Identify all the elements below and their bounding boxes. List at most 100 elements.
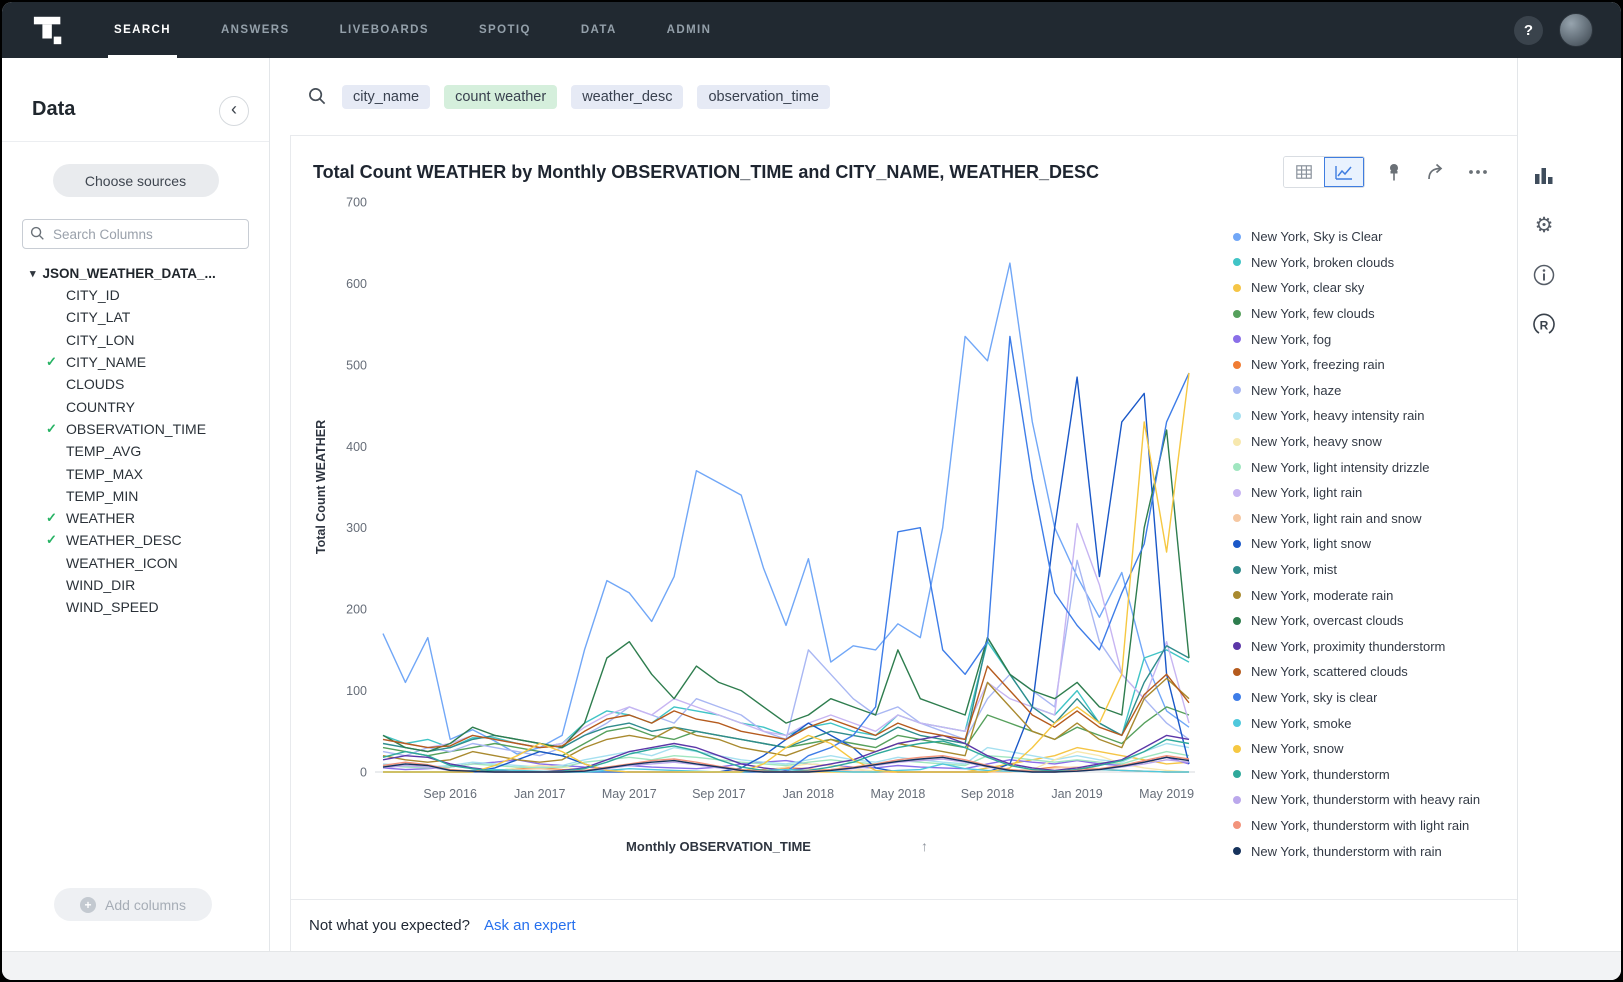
search-token[interactable]: city_name — [342, 85, 430, 109]
legend-item[interactable]: New York, light intensity drizzle — [1233, 454, 1505, 480]
column-label: CITY_LON — [66, 332, 134, 348]
series-line[interactable] — [383, 336, 1189, 772]
settings-button[interactable]: ⚙ — [1531, 212, 1557, 238]
column-item-city_name[interactable]: ✓CITY_NAME — [2, 351, 269, 373]
add-columns-button[interactable]: + Add columns — [54, 888, 212, 921]
nav-tab-spotiq[interactable]: SPOTIQ — [473, 2, 537, 58]
legend-item[interactable]: New York, light rain and snow — [1233, 506, 1505, 532]
legend-item[interactable]: New York, mist — [1233, 557, 1505, 583]
legend-item[interactable]: New York, snow — [1233, 736, 1505, 762]
y-tick-label: 100 — [346, 684, 367, 698]
top-nav: SEARCH ANSWERS LIVEBOARDS SPOTIQ DATA ADMIN ? — [2, 2, 1621, 58]
thoughtspot-logo-icon — [32, 12, 66, 48]
column-item-city_id[interactable]: CITY_ID — [2, 284, 269, 306]
nav-tab-answers[interactable]: ANSWERS — [215, 2, 296, 58]
column-item-wind_speed[interactable]: WIND_SPEED — [2, 596, 269, 618]
column-item-wind_dir[interactable]: WIND_DIR — [2, 574, 269, 596]
choose-sources-button[interactable]: Choose sources — [53, 164, 219, 197]
series-line[interactable] — [383, 752, 1189, 768]
legend-item[interactable]: New York, thunderstorm — [1233, 761, 1505, 787]
change-visualization-button[interactable] — [1531, 162, 1557, 188]
table-node[interactable]: ▾ JSON_WEATHER_DATA_... — [2, 263, 269, 284]
legend-item[interactable]: New York, scattered clouds — [1233, 659, 1505, 685]
column-item-temp_max[interactable]: TEMP_MAX — [2, 462, 269, 484]
nav-tab-data[interactable]: DATA — [575, 2, 623, 58]
legend-item[interactable]: New York, broken clouds — [1233, 250, 1505, 276]
column-item-temp_avg[interactable]: TEMP_AVG — [2, 440, 269, 462]
search-token[interactable]: weather_desc — [571, 85, 683, 109]
legend-item[interactable]: New York, sky is clear — [1233, 685, 1505, 711]
legend-dot — [1233, 847, 1241, 855]
column-label: TEMP_MIN — [66, 488, 138, 504]
nav-tab-search[interactable]: SEARCH — [108, 2, 177, 58]
legend-item[interactable]: New York, Sky is Clear — [1233, 224, 1505, 250]
column-item-city_lon[interactable]: CITY_LON — [2, 329, 269, 351]
legend-label: New York, clear sky — [1251, 280, 1364, 295]
x-tick-label: Jan 2017 — [514, 787, 565, 801]
series-line[interactable] — [383, 373, 1189, 772]
line-chart[interactable]: 0100200300400500600700Sep 2016Jan 2017Ma… — [327, 186, 1227, 826]
column-item-city_lat[interactable]: CITY_LAT — [2, 306, 269, 328]
series-line[interactable] — [383, 638, 1189, 752]
search-token[interactable]: count weather — [444, 85, 557, 109]
legend-item[interactable]: New York, haze — [1233, 378, 1505, 404]
legend-item[interactable]: New York, light rain — [1233, 480, 1505, 506]
help-button[interactable]: ? — [1514, 16, 1543, 45]
legend-item[interactable]: New York, few clouds — [1233, 301, 1505, 327]
r-insights-icon: R — [1532, 313, 1556, 337]
x-tick-label: May 2017 — [602, 787, 657, 801]
legend-label: New York, light rain — [1251, 485, 1362, 500]
collapse-sidebar-button[interactable]: ‹ — [219, 96, 249, 126]
search-token[interactable]: observation_time — [697, 85, 829, 109]
column-item-country[interactable]: COUNTRY — [2, 395, 269, 417]
avatar[interactable] — [1559, 13, 1593, 47]
chart-area: Total Count WEATHER 01002003004005006007… — [291, 136, 1517, 899]
legend-dot — [1233, 386, 1241, 394]
add-columns-label: Add columns — [105, 897, 186, 913]
sidebar-header: Data ‹ — [2, 58, 269, 142]
series-line[interactable] — [383, 430, 1189, 752]
column-label: WEATHER_DESC — [66, 532, 182, 548]
column-label: WEATHER — [66, 510, 135, 526]
series-line[interactable] — [383, 560, 1189, 755]
bottom-scroll-area[interactable] — [2, 951, 1621, 980]
legend-item[interactable]: New York, fog — [1233, 326, 1505, 352]
column-item-weather_icon[interactable]: WEATHER_ICON — [2, 552, 269, 574]
column-item-weather_desc[interactable]: ✓WEATHER_DESC — [2, 529, 269, 551]
legend-item[interactable]: New York, smoke — [1233, 710, 1505, 736]
legend-label: New York, Sky is Clear — [1251, 229, 1383, 244]
legend-item[interactable]: New York, clear sky — [1233, 275, 1505, 301]
column-item-observation_time[interactable]: ✓OBSERVATION_TIME — [2, 418, 269, 440]
legend-label: New York, light rain and snow — [1251, 511, 1422, 526]
legend-dot — [1233, 438, 1241, 446]
column-item-weather[interactable]: ✓WEATHER — [2, 507, 269, 529]
legend-item[interactable]: New York, overcast clouds — [1233, 608, 1505, 634]
legend-item[interactable]: New York, thunderstorm with rain — [1233, 838, 1505, 864]
search-columns-input[interactable] — [22, 219, 249, 249]
sort-ascending-icon[interactable]: ↑ — [921, 838, 928, 854]
ask-an-expert-link[interactable]: Ask an expert — [484, 917, 576, 934]
nav-right: ? — [1514, 13, 1593, 47]
nav-tab-liveboards[interactable]: LIVEBOARDS — [334, 2, 435, 58]
info-button[interactable] — [1531, 262, 1557, 288]
legend-item[interactable]: New York, proximity thunderstorm — [1233, 634, 1505, 660]
legend-label: New York, mist — [1251, 562, 1337, 577]
thoughtspot-logo[interactable] — [30, 11, 68, 49]
legend-dot — [1233, 566, 1241, 574]
column-item-clouds[interactable]: CLOUDS — [2, 373, 269, 395]
y-tick-label: 600 — [346, 277, 367, 291]
legend-item[interactable]: New York, freezing rain — [1233, 352, 1505, 378]
nav-tab-admin[interactable]: ADMIN — [661, 2, 718, 58]
column-item-temp_min[interactable]: TEMP_MIN — [2, 485, 269, 507]
legend-item[interactable]: New York, light snow — [1233, 531, 1505, 557]
legend-item[interactable]: New York, moderate rain — [1233, 582, 1505, 608]
search-bar[interactable]: city_name count weather weather_desc observ… — [290, 58, 1517, 135]
legend-dot — [1233, 796, 1241, 804]
r-analysis-button[interactable]: R — [1531, 312, 1557, 338]
legend-item[interactable]: New York, thunderstorm with light rain — [1233, 813, 1505, 839]
legend-item[interactable]: New York, heavy snow — [1233, 429, 1505, 455]
search-tokens: city_name count weather weather_desc observ… — [342, 85, 844, 109]
series-line[interactable] — [383, 263, 1189, 754]
legend-item[interactable]: New York, heavy intensity rain — [1233, 403, 1505, 429]
legend-item[interactable]: New York, thunderstorm with heavy rain — [1233, 787, 1505, 813]
